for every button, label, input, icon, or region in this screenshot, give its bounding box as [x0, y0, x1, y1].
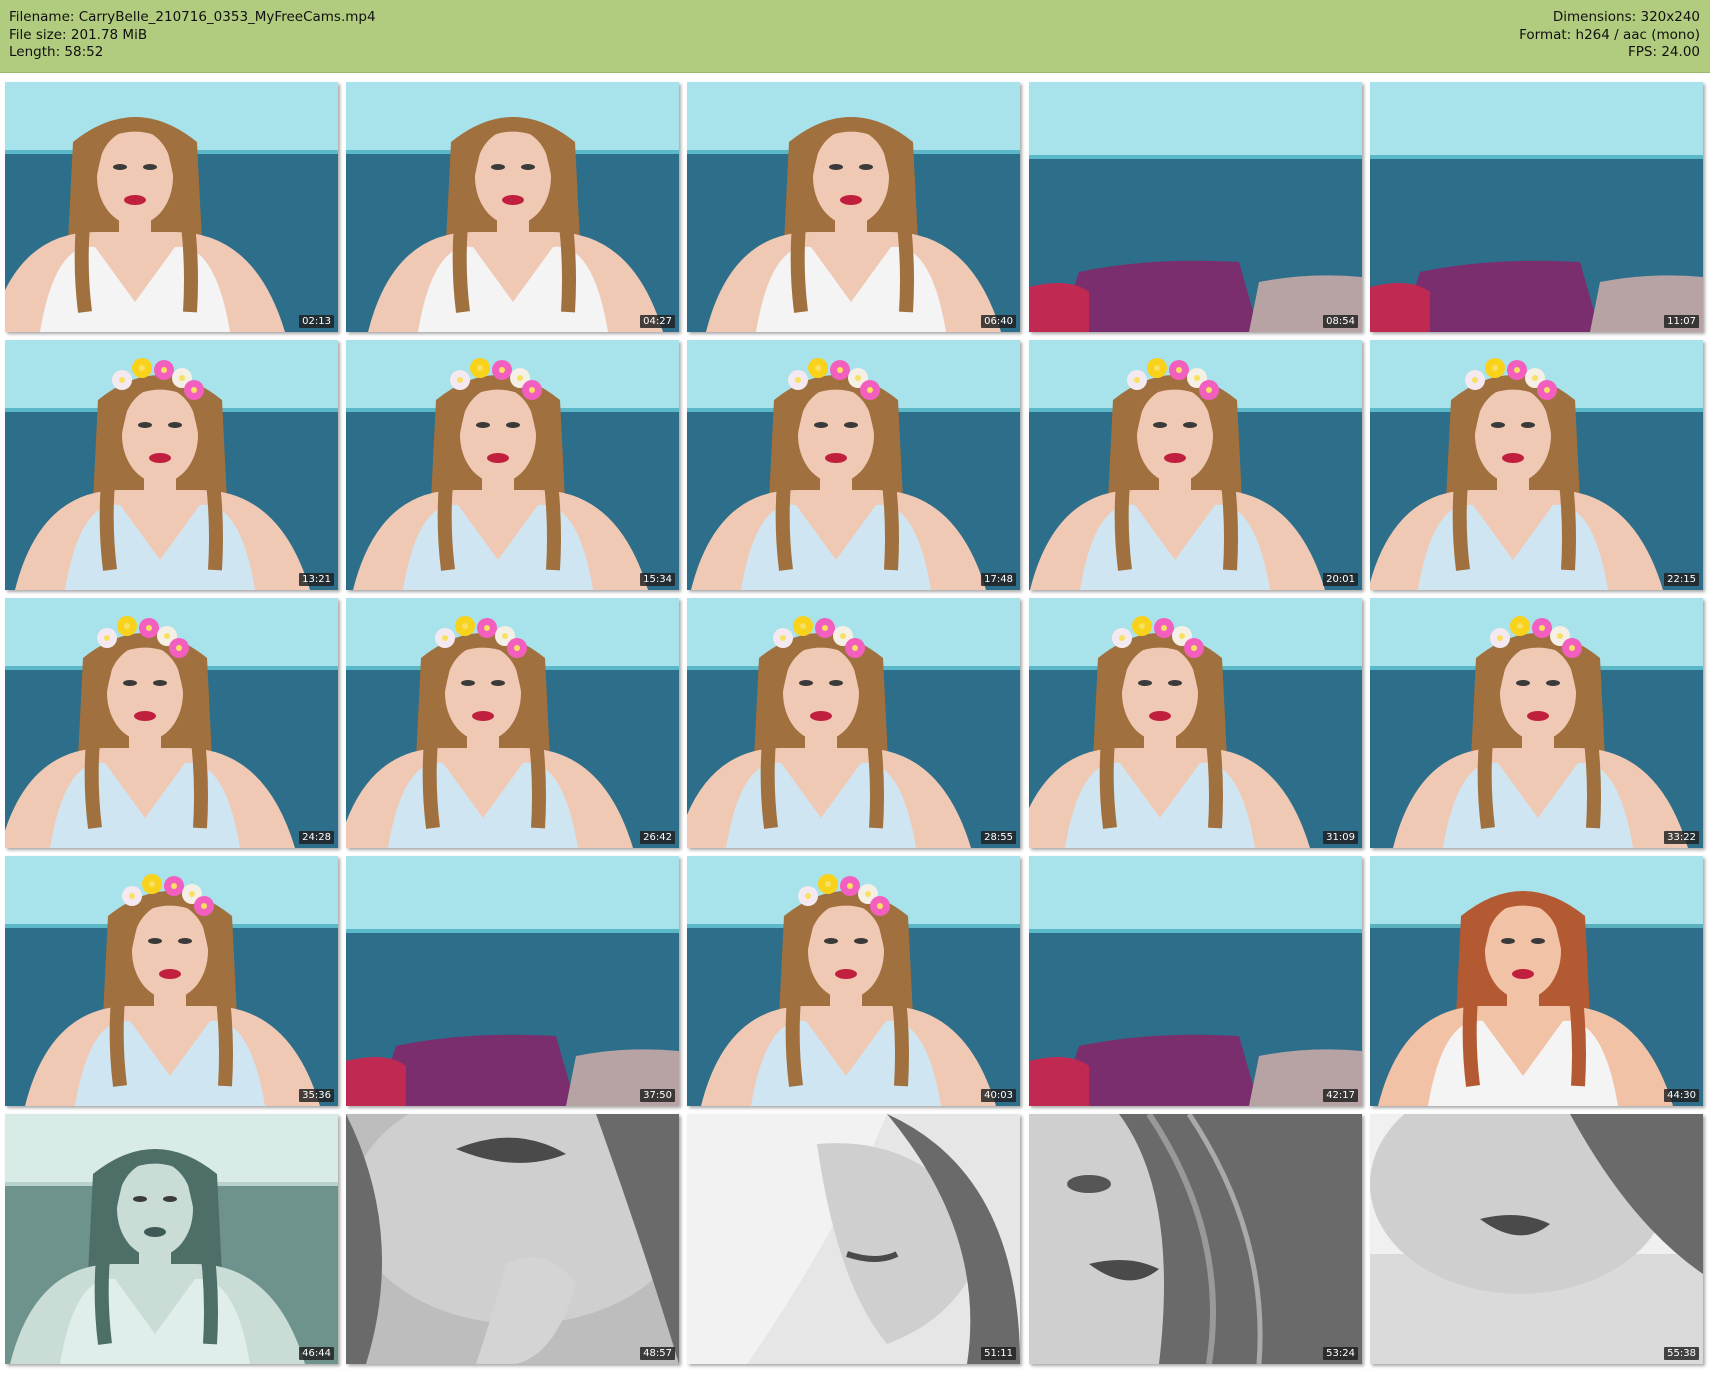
timestamp-label: 55:38	[1664, 1347, 1699, 1360]
fps-text: FPS: 24.00	[1628, 44, 1700, 60]
timestamp-label: 46:44	[299, 1347, 334, 1360]
timestamp-label: 51:11	[981, 1347, 1016, 1360]
timestamp-label: 06:40	[981, 315, 1016, 328]
timestamp-label: 53:24	[1323, 1347, 1358, 1360]
thumbnail-frame: 20:01	[1029, 340, 1362, 590]
frame-image	[1370, 340, 1703, 590]
timestamp-label: 11:07	[1664, 315, 1699, 328]
timestamp-label: 48:57	[640, 1347, 675, 1360]
frame-image	[346, 82, 679, 332]
info-header: Filename: CarryBelle_210716_0353_MyFreeC…	[0, 0, 1710, 73]
thumbnail-frame: 53:24	[1029, 1114, 1362, 1364]
frame-image	[1370, 598, 1703, 848]
thumbnail-frame: 51:11	[687, 1114, 1020, 1364]
timestamp-label: 31:09	[1323, 831, 1358, 844]
frame-image	[5, 340, 338, 590]
frame-image	[1370, 1114, 1703, 1364]
thumbnail-frame: 55:38	[1370, 1114, 1703, 1364]
frame-image	[687, 82, 1020, 332]
timestamp-label: 35:36	[299, 1089, 334, 1102]
thumbnail-frame: 35:36	[5, 856, 338, 1106]
frame-image	[687, 1114, 1020, 1364]
thumbnail-frame: 37:50	[346, 856, 679, 1106]
frame-image	[346, 340, 679, 590]
timestamp-label: 40:03	[981, 1089, 1016, 1102]
timestamp-label: 28:55	[981, 831, 1016, 844]
frame-image	[1029, 598, 1362, 848]
frame-image	[687, 856, 1020, 1106]
frame-image	[1029, 856, 1362, 1106]
thumbnail-frame: 06:40	[687, 82, 1020, 332]
thumbnail-frame: 42:17	[1029, 856, 1362, 1106]
frame-image	[687, 598, 1020, 848]
thumbnail-frame: 33:22	[1370, 598, 1703, 848]
frame-image	[346, 856, 679, 1106]
frame-image	[346, 1114, 679, 1364]
format-text: Format: h264 / aac (mono)	[1519, 26, 1700, 43]
filesize-text: File size: 201.78 MiB	[9, 26, 148, 43]
frame-image	[1029, 340, 1362, 590]
timestamp-label: 20:01	[1323, 573, 1358, 586]
timestamp-label: 42:17	[1323, 1089, 1358, 1102]
thumbnail-frame: 13:21	[5, 340, 338, 590]
timestamp-label: 26:42	[640, 831, 675, 844]
frame-image	[346, 598, 679, 848]
thumbnail-frame: 24:28	[5, 598, 338, 848]
timestamp-label: 44:30	[1664, 1089, 1699, 1102]
thumbnail-frame: 31:09	[1029, 598, 1362, 848]
dimensions-text: Dimensions: 320x240	[1552, 9, 1700, 25]
thumbnail-frame: 11:07	[1370, 82, 1703, 332]
frame-image	[1029, 82, 1362, 332]
frame-image	[5, 1114, 338, 1364]
frame-image	[5, 82, 338, 332]
frame-image	[1029, 1114, 1362, 1364]
frame-image	[1370, 856, 1703, 1106]
file-info-left: Filename: CarryBelle_210716_0353_MyFreeC…	[9, 9, 376, 62]
timestamp-label: 04:27	[640, 315, 675, 328]
thumbnail-frame: 02:13	[5, 82, 338, 332]
timestamp-label: 13:21	[299, 573, 334, 586]
thumbnail-frame: 08:54	[1029, 82, 1362, 332]
filename-text: Filename: CarryBelle_210716_0353_MyFreeC…	[9, 9, 376, 25]
timestamp-label: 15:34	[640, 573, 675, 586]
timestamp-label: 37:50	[640, 1089, 675, 1102]
frame-image	[687, 340, 1020, 590]
timestamp-label: 02:13	[299, 315, 334, 328]
thumbnail-frame: 46:44	[5, 1114, 338, 1364]
frame-image	[5, 856, 338, 1106]
timestamp-label: 33:22	[1664, 831, 1699, 844]
thumbnail-frame: 28:55	[687, 598, 1020, 848]
timestamp-label: 17:48	[981, 573, 1016, 586]
length-text: Length: 58:52	[9, 44, 104, 60]
thumbnail-frame: 44:30	[1370, 856, 1703, 1106]
thumbnail-frame: 26:42	[346, 598, 679, 848]
file-info-right: Dimensions: 320x240 Format: h264 / aac (…	[1519, 9, 1700, 62]
timestamp-label: 22:15	[1664, 573, 1699, 586]
thumbnail-frame: 40:03	[687, 856, 1020, 1106]
thumbnail-frame: 17:48	[687, 340, 1020, 590]
frame-image	[1370, 82, 1703, 332]
timestamp-label: 08:54	[1323, 315, 1358, 328]
thumbnail-frame: 48:57	[346, 1114, 679, 1364]
timestamp-label: 24:28	[299, 831, 334, 844]
thumbnail-frame: 15:34	[346, 340, 679, 590]
thumbnail-frame: 22:15	[1370, 340, 1703, 590]
frame-image	[5, 598, 338, 848]
thumbnail-frame: 04:27	[346, 82, 679, 332]
